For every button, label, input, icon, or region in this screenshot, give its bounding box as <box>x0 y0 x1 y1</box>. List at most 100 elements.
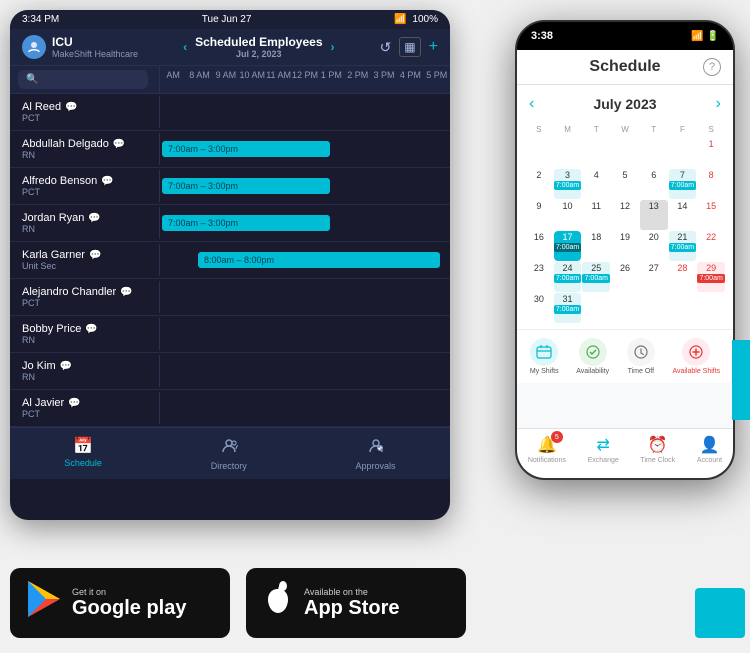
tablet-nav-approvals[interactable]: Approvals <box>356 436 396 471</box>
employee-name: Al Javier 💬 <box>22 397 147 409</box>
phone-tab-availability[interactable]: Availability <box>576 338 609 375</box>
employee-name: Jordan Ryan 💬 <box>22 212 147 224</box>
calendar-cell <box>582 293 610 323</box>
table-row: Alfredo Benson 💬 PCT 7:00am – 3:00pm <box>10 168 450 205</box>
tablet-schedule: Al Reed 💬 PCT Abdullah Delgado 💬 RN 7:00… <box>10 94 450 427</box>
table-row: Al Javier 💬 PCT <box>10 390 450 427</box>
chat-icon[interactable]: 💬 <box>60 361 72 372</box>
calendar-cell[interactable]: 9 <box>525 200 553 230</box>
day-label-f: F <box>669 123 697 136</box>
shift-bar-container: 7:00am – 3:00pm <box>160 205 450 241</box>
availability-label: Availability <box>576 368 609 375</box>
shift-bar[interactable]: 7:00am – 3:00pm <box>162 141 330 157</box>
employee-role: PCT <box>22 113 147 123</box>
calendar-month-label: July 2023 <box>593 96 656 112</box>
calendar-cell[interactable]: 28 <box>669 262 697 292</box>
calendar-cell[interactable]: 2 <box>525 169 553 199</box>
phone-help-button[interactable]: ? <box>703 58 721 76</box>
chat-icon[interactable]: 💬 <box>113 139 125 150</box>
day-label-w: W <box>611 123 639 136</box>
calendar-cell[interactable]: 20 <box>640 231 668 261</box>
tablet-nav-approvals-label: Approvals <box>356 461 396 471</box>
tablet-calendar-icon[interactable]: ▦ <box>399 37 420 57</box>
phone-content: Schedule ? ‹ July 2023 › S M T W T F S <box>517 50 733 428</box>
main-container: 3:34 PM Tue Jun 27 📶 100% ICU MakeShift … <box>0 0 750 653</box>
tablet-nav-schedule-label: Schedule <box>64 458 102 468</box>
calendar-cell[interactable]: 18 <box>582 231 610 261</box>
calendar-cell[interactable]: 6 <box>640 169 668 199</box>
tablet-refresh-icon[interactable]: ↺ <box>380 39 392 56</box>
google-play-button[interactable]: Get it on Google play <box>10 568 230 638</box>
shift-bar[interactable]: 7:00am – 3:00pm <box>162 215 330 231</box>
shift-bar-container: 7:00am – 3:00pm <box>160 168 450 204</box>
table-row: Jo Kim 💬 RN <box>10 353 450 390</box>
exchange-icon: ⇄ <box>596 435 609 455</box>
tablet-nav-directory[interactable]: Directory <box>211 436 247 471</box>
phone-tab-available-shifts[interactable]: Available Shifts <box>672 338 720 375</box>
google-play-small-text: Get it on <box>72 587 186 597</box>
employee-cell: Karla Garner 💬 Unit Sec <box>10 244 160 276</box>
phone-nav-exchange[interactable]: ⇄ Exchange <box>588 435 619 472</box>
phone-tab-time-off[interactable]: Time Off <box>627 338 655 375</box>
calendar-next-button[interactable]: › <box>716 95 721 113</box>
calendar-cell[interactable]: 10 <box>554 200 582 230</box>
chat-icon[interactable]: 💬 <box>101 176 113 187</box>
calendar-cell[interactable]: 217:00am <box>669 231 697 261</box>
calendar-cell[interactable]: 12 <box>611 200 639 230</box>
shift-bar[interactable]: 7:00am – 3:00pm <box>162 178 330 194</box>
phone-nav-time-clock[interactable]: ⏰ Time Clock <box>640 435 675 472</box>
tablet-nav-schedule[interactable]: 📅 Schedule <box>64 436 102 471</box>
time-cell-5pm: 5 PM <box>424 66 450 93</box>
phone-nav-account[interactable]: 👤 Account <box>697 435 722 472</box>
app-store-small-text: Available on the <box>304 587 400 597</box>
calendar-cell[interactable]: 14 <box>669 200 697 230</box>
calendar-cell <box>640 293 668 323</box>
employee-role: RN <box>22 224 147 234</box>
calendar-nav: ‹ July 2023 › <box>525 91 725 117</box>
calendar-cell[interactable]: 11 <box>582 200 610 230</box>
shift-bar[interactable]: 8:00am – 8:00pm <box>198 252 440 268</box>
calendar-cell[interactable]: 317:00am <box>554 293 582 323</box>
chat-icon[interactable]: 💬 <box>68 398 80 409</box>
calendar-cell[interactable]: 5 <box>611 169 639 199</box>
time-cell-4pm: 4 PM <box>397 66 423 93</box>
calendar-cell[interactable]: 15 <box>697 200 725 230</box>
calendar-cell[interactable]: 297:00am <box>697 262 725 292</box>
calendar-cell[interactable]: 8 <box>697 169 725 199</box>
tablet-time-cells: AM 8 AM 9 AM 10 AM 11 AM 12 PM 1 PM 2 PM… <box>160 66 450 93</box>
calendar-cell[interactable]: 1 <box>697 138 725 168</box>
calendar-cell[interactable]: 257:00am <box>582 262 610 292</box>
app-store-button[interactable]: Available on the App Store <box>246 568 466 638</box>
directory-icon <box>220 436 238 459</box>
calendar-cell[interactable]: 16 <box>525 231 553 261</box>
shift-bar-container: 7:00am – 3:00pm <box>160 131 450 167</box>
calendar-cell <box>554 138 582 168</box>
chat-icon[interactable]: 💬 <box>88 213 100 224</box>
chat-icon[interactable]: 💬 <box>89 250 101 261</box>
calendar-cell[interactable]: 30 <box>525 293 553 323</box>
tablet-nav-prev[interactable]: ‹ <box>183 40 187 54</box>
chat-icon[interactable]: 💬 <box>85 324 97 335</box>
time-cell-9am: 9 AM <box>213 66 239 93</box>
calendar-cell[interactable]: 4 <box>582 169 610 199</box>
calendar-cell[interactable]: 77:00am <box>669 169 697 199</box>
calendar-cell[interactable]: 19 <box>611 231 639 261</box>
phone-nav-notifications[interactable]: 🔔 5 Notifications <box>528 435 566 472</box>
calendar-cell-today[interactable]: 177:00am <box>554 231 582 261</box>
calendar-cell[interactable]: 247:00am <box>554 262 582 292</box>
calendar-cell[interactable]: 22 <box>697 231 725 261</box>
tablet-add-icon[interactable]: + <box>429 38 438 56</box>
calendar-cell[interactable]: 13 <box>640 200 668 230</box>
calendar-cell[interactable]: 23 <box>525 262 553 292</box>
phone-tab-my-shifts[interactable]: My Shifts <box>530 338 559 375</box>
calendar-prev-button[interactable]: ‹ <box>529 95 534 113</box>
calendar-cell[interactable]: 27 <box>640 262 668 292</box>
time-cell-am: AM <box>160 66 186 93</box>
calendar-cell[interactable]: 26 <box>611 262 639 292</box>
tablet-nav-next[interactable]: › <box>331 40 335 54</box>
calendar-cell[interactable]: 37:00am <box>554 169 582 199</box>
chat-icon[interactable]: 💬 <box>120 287 132 298</box>
phone-tab-icons: My Shifts Availability Time Off <box>517 329 733 383</box>
table-row: Bobby Price 💬 RN <box>10 316 450 353</box>
chat-icon[interactable]: 💬 <box>65 102 77 113</box>
